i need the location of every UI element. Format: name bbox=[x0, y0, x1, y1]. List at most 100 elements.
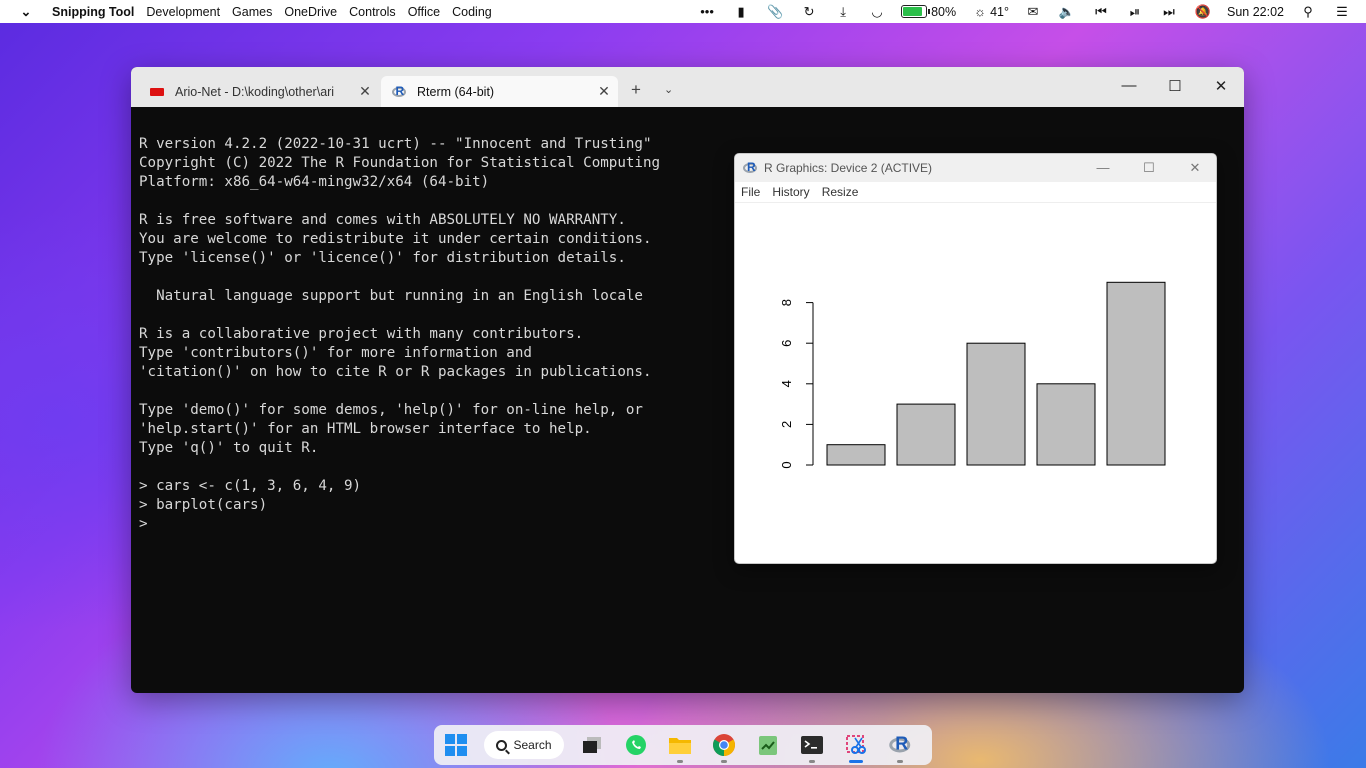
chrome-button[interactable] bbox=[702, 725, 746, 765]
menu-item-games[interactable]: Games bbox=[232, 5, 272, 19]
terminal-button[interactable] bbox=[790, 725, 834, 765]
mail-icon[interactable]: ✉ bbox=[1023, 4, 1043, 20]
console-line: Type 'license()' or 'licence()' for dist… bbox=[139, 250, 626, 266]
console-line: > cars <- c(1, 3, 6, 4, 9) bbox=[139, 478, 362, 494]
maximize-button[interactable]: ☐ bbox=[1126, 154, 1172, 182]
volume-icon[interactable]: 🔈 bbox=[1057, 4, 1077, 20]
running-indicator bbox=[721, 760, 727, 763]
tab-label: Ario-Net - D:\koding\other\ari bbox=[175, 84, 335, 99]
menu-item-office[interactable]: Office bbox=[408, 5, 440, 19]
menu-item-onedrive[interactable]: OneDrive bbox=[284, 5, 337, 19]
menu-file[interactable]: File bbox=[741, 185, 760, 199]
search-button[interactable]: Search bbox=[484, 731, 564, 759]
chevron-down-icon[interactable]: ⌄ bbox=[664, 83, 673, 96]
console-line: You are welcome to redistribute it under… bbox=[139, 231, 652, 247]
paperclip-icon[interactable]: 📎 bbox=[765, 4, 785, 20]
wifi-icon[interactable]: ◡ bbox=[867, 4, 887, 20]
history-icon[interactable]: ↻ bbox=[799, 4, 819, 20]
close-button[interactable]: ✕ bbox=[1172, 154, 1216, 182]
running-indicator bbox=[809, 760, 815, 763]
close-button[interactable]: ✕ bbox=[1206, 77, 1236, 95]
plot-area: 0 2 4 6 8 bbox=[735, 203, 1216, 563]
notepad-icon bbox=[759, 736, 777, 755]
r-logo-icon: R bbox=[888, 733, 912, 754]
list-icon[interactable]: ☰ bbox=[1332, 4, 1352, 20]
overflow-dots-icon[interactable]: ••• bbox=[697, 4, 717, 20]
barplot: 0 2 4 6 8 bbox=[779, 281, 1166, 469]
notepad-button[interactable] bbox=[746, 725, 790, 765]
download-icon[interactable]: ⤓ bbox=[833, 4, 853, 20]
battery-icon[interactable] bbox=[901, 5, 931, 18]
bar bbox=[1036, 383, 1096, 466]
menu-item-development[interactable]: Development bbox=[146, 5, 220, 19]
console-line: > bbox=[139, 516, 148, 532]
notifications-off-icon[interactable]: 🔕 bbox=[1193, 4, 1213, 20]
console-output[interactable]: R version 4.2.2 (2022-10-31 ucrt) -- "In… bbox=[139, 135, 660, 534]
minimize-button[interactable]: — bbox=[1114, 77, 1144, 94]
terminal-icon bbox=[801, 736, 823, 754]
running-indicator bbox=[677, 760, 683, 763]
r-logo-icon: R bbox=[391, 84, 407, 98]
console-line: Type 'demo()' for some demos, 'help()' f… bbox=[139, 402, 643, 418]
search-label: Search bbox=[513, 738, 552, 752]
close-icon[interactable]: ✕ bbox=[590, 83, 618, 100]
ario-net-icon bbox=[150, 87, 164, 96]
search-icon bbox=[496, 739, 508, 751]
console-line: Type 'q()' to quit R. bbox=[139, 440, 319, 456]
console-line: Platform: x86_64-w64-mingw32/x64 (64-bit… bbox=[139, 174, 490, 190]
tab-rterm[interactable]: R Rterm (64-bit) ✕ bbox=[381, 76, 618, 107]
menu-item-controls[interactable]: Controls bbox=[349, 5, 396, 19]
y-tick-label: 0 bbox=[779, 461, 794, 468]
clock[interactable]: Sun 22:02 bbox=[1227, 5, 1284, 19]
minimize-button[interactable]: — bbox=[1080, 154, 1126, 182]
close-icon[interactable]: ✕ bbox=[351, 83, 379, 100]
start-button[interactable] bbox=[434, 725, 478, 765]
new-tab-button[interactable]: + bbox=[631, 80, 641, 100]
previous-track-icon[interactable]: ⏮ bbox=[1091, 4, 1111, 20]
menu-resize[interactable]: Resize bbox=[822, 185, 859, 199]
console-line: Type 'contributors()' for more informati… bbox=[139, 345, 532, 361]
chrome-icon bbox=[713, 734, 735, 756]
console-line: Natural language support but running in … bbox=[139, 288, 643, 304]
y-tick-label: 2 bbox=[779, 421, 794, 428]
snipping-tool-button[interactable] bbox=[834, 725, 878, 765]
console-line: R is a collaborative project with many c… bbox=[139, 326, 584, 342]
r-logo-icon: R bbox=[743, 160, 758, 174]
brightness-icon[interactable]: ☼ bbox=[970, 4, 990, 20]
next-track-icon[interactable]: ⏭ bbox=[1159, 4, 1179, 20]
bar bbox=[1106, 281, 1166, 466]
chevron-down-icon[interactable]: ⌄ bbox=[13, 4, 39, 20]
menu-bar: ⌄ Snipping Tool Development Games OneDri… bbox=[0, 0, 1366, 23]
drive-icon[interactable]: ▮ bbox=[731, 4, 751, 20]
y-tick-label: 4 bbox=[779, 380, 794, 387]
tab-ario-net[interactable]: Ario-Net - D:\koding\other\ari ✕ bbox=[139, 76, 379, 107]
running-indicator bbox=[897, 760, 903, 763]
file-explorer-button[interactable] bbox=[658, 725, 702, 765]
menu-item-coding[interactable]: Coding bbox=[452, 5, 492, 19]
whatsapp-button[interactable] bbox=[614, 725, 658, 765]
search-icon[interactable]: ⚲ bbox=[1298, 4, 1318, 20]
bar bbox=[966, 342, 1026, 466]
bar bbox=[896, 403, 956, 466]
r-app-button[interactable]: R bbox=[878, 725, 922, 765]
graphics-menu-bar: File History Resize bbox=[735, 182, 1216, 203]
menu-history[interactable]: History bbox=[772, 185, 809, 199]
snipping-tool-icon bbox=[846, 735, 866, 754]
console-line: 'help.start()' for an HTML browser inter… bbox=[139, 421, 592, 437]
task-view-button[interactable] bbox=[570, 725, 614, 765]
console-line: R version 4.2.2 (2022-10-31 ucrt) -- "In… bbox=[139, 136, 652, 152]
play-pause-icon[interactable]: ⏯ bbox=[1125, 4, 1145, 20]
taskbar: Search R bbox=[434, 725, 932, 765]
maximize-button[interactable]: ☐ bbox=[1160, 77, 1190, 95]
whatsapp-icon bbox=[626, 735, 646, 755]
app-name[interactable]: Snipping Tool bbox=[52, 5, 134, 19]
windows-logo-icon bbox=[445, 734, 467, 756]
tab-bar: Ario-Net - D:\koding\other\ari ✕ R Rterm… bbox=[131, 67, 1244, 107]
battery-percent: 80% bbox=[931, 4, 957, 19]
window-title: R Graphics: Device 2 (ACTIVE) bbox=[764, 161, 933, 175]
graphics-title-bar[interactable]: R R Graphics: Device 2 (ACTIVE) — ☐ ✕ bbox=[735, 154, 1216, 182]
